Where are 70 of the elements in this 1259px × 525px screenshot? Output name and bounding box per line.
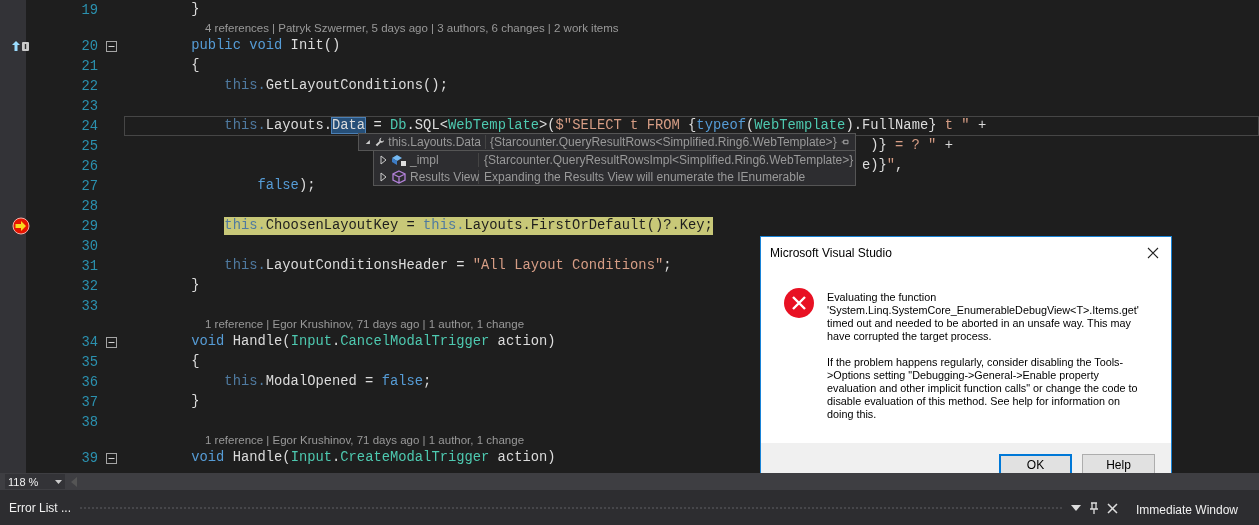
code-line: } [191,1,200,19]
codelens-info[interactable]: 1 reference | Egor Krushinov, 71 days ago | 1 author, 1 change [205,318,525,330]
line-number: 31 [80,258,98,274]
code-line: void Handle(Input.CreateModalTrigger action) [191,449,556,467]
close-icon[interactable] [1147,247,1159,259]
line-number: 39 [80,450,98,466]
member-value: Expanding the Results View will enumerate the IEnumerable [483,169,806,184]
code-line: void Handle(Input.CancelModalTrigger action) [191,333,556,351]
variable-value: {Starcounter.QueryResultRows<Simplified.Ring6.WebTemplate>} [490,135,837,149]
arrow-up-icon[interactable] [12,40,30,52]
error-message: If the problem happens regularly, consider disabling the Tools->Options setting "Debugging->General->Enable property evaluation and other implicit function calls" or change the code to disable evaluation of this method. See help for information on doing this. [827,356,1139,421]
line-number: 36 [80,374,98,390]
panel-tab[interactable]: Immediate Window [1136,503,1239,517]
line-number: 25 [80,138,98,154]
dialog-button[interactable]: OK [999,453,1072,473]
variable-name: this.Layouts.Data [388,135,486,149]
expand-icon[interactable] [380,154,388,165]
code-line: this.ModalOpened = false; [224,373,432,391]
expand-icon[interactable] [380,171,388,182]
member-name: Results View [410,169,479,184]
code-line: { [191,57,200,75]
collapse-icon[interactable] [105,336,117,348]
line-number: 38 [80,414,98,430]
line-number: 34 [80,334,98,350]
code-line: this.Layouts.Data = Db.SQL<WebTemplate>($"SELECT t FROM {typeof(WebTemplate).FullName} t " + [224,117,987,135]
code-line: } [191,393,200,411]
code-line: { [191,353,200,371]
line-number: 24 [80,118,98,134]
dropdown-arrow-icon [55,479,62,484]
collapse-icon[interactable] [105,452,117,464]
code-line: public void Init() [191,37,341,55]
line-number: 26 [80,158,98,174]
line-number: 32 [80,278,98,294]
zoom-dropdown[interactable]: 118 % [5,474,65,489]
code-line: this.GetLayoutConditions(); [224,77,448,95]
code-line: this.LayoutConditionsHeader = "All Layout Conditions"; [224,257,672,275]
dialog-button[interactable]: Help [1082,453,1155,473]
panel-title[interactable]: Error List ... [9,501,71,515]
code-line: false); [257,177,316,195]
codelens-info[interactable]: 4 references | Patryk Szwermer, 5 days ago | 3 authors, 6 changes | 2 work items [205,22,619,34]
wrench-icon [374,135,385,149]
member-value: {Starcounter.QueryResultRowsImpl<Simplified.Ring6.WebTemplate>} [483,152,854,167]
error-message: Evaluating the function 'System.Linq.SystemCore_EnumerableDebugView<T>.Items.get' timed out and needed to be aborted in an unsafe way. This may have corrupted the target process. [827,291,1140,343]
line-number: 27 [80,178,98,194]
pin-icon[interactable] [840,137,849,147]
error-icon [783,287,815,319]
member-name: _impl [410,152,479,167]
expanded-icon[interactable] [365,138,371,146]
code-line: } [191,277,200,295]
dialog-title: Microsoft Visual Studio [770,246,892,260]
current-statement-icon[interactable] [12,217,30,235]
line-number: 21 [80,58,98,74]
line-number: 22 [80,78,98,94]
line-number: 33 [80,298,98,314]
line-number: 29 [80,218,98,234]
pin-icon[interactable] [1089,502,1099,514]
code-line: )} = ? " + [870,137,953,155]
field-icon [391,152,407,167]
cube-icon [391,169,407,184]
line-number: 28 [80,198,98,214]
line-number: 30 [80,238,98,254]
line-number: 19 [80,2,98,18]
line-number: 35 [80,354,98,370]
dropdown-arrow-icon[interactable] [1071,505,1081,511]
line-number: 23 [80,98,98,114]
codelens-info[interactable]: 1 reference | Egor Krushinov, 71 days ago | 1 author, 1 change [205,434,525,446]
line-number: 20 [80,38,98,54]
line-number: 37 [80,394,98,410]
collapse-icon[interactable] [105,40,117,52]
code-line: e)}", [861,157,904,175]
